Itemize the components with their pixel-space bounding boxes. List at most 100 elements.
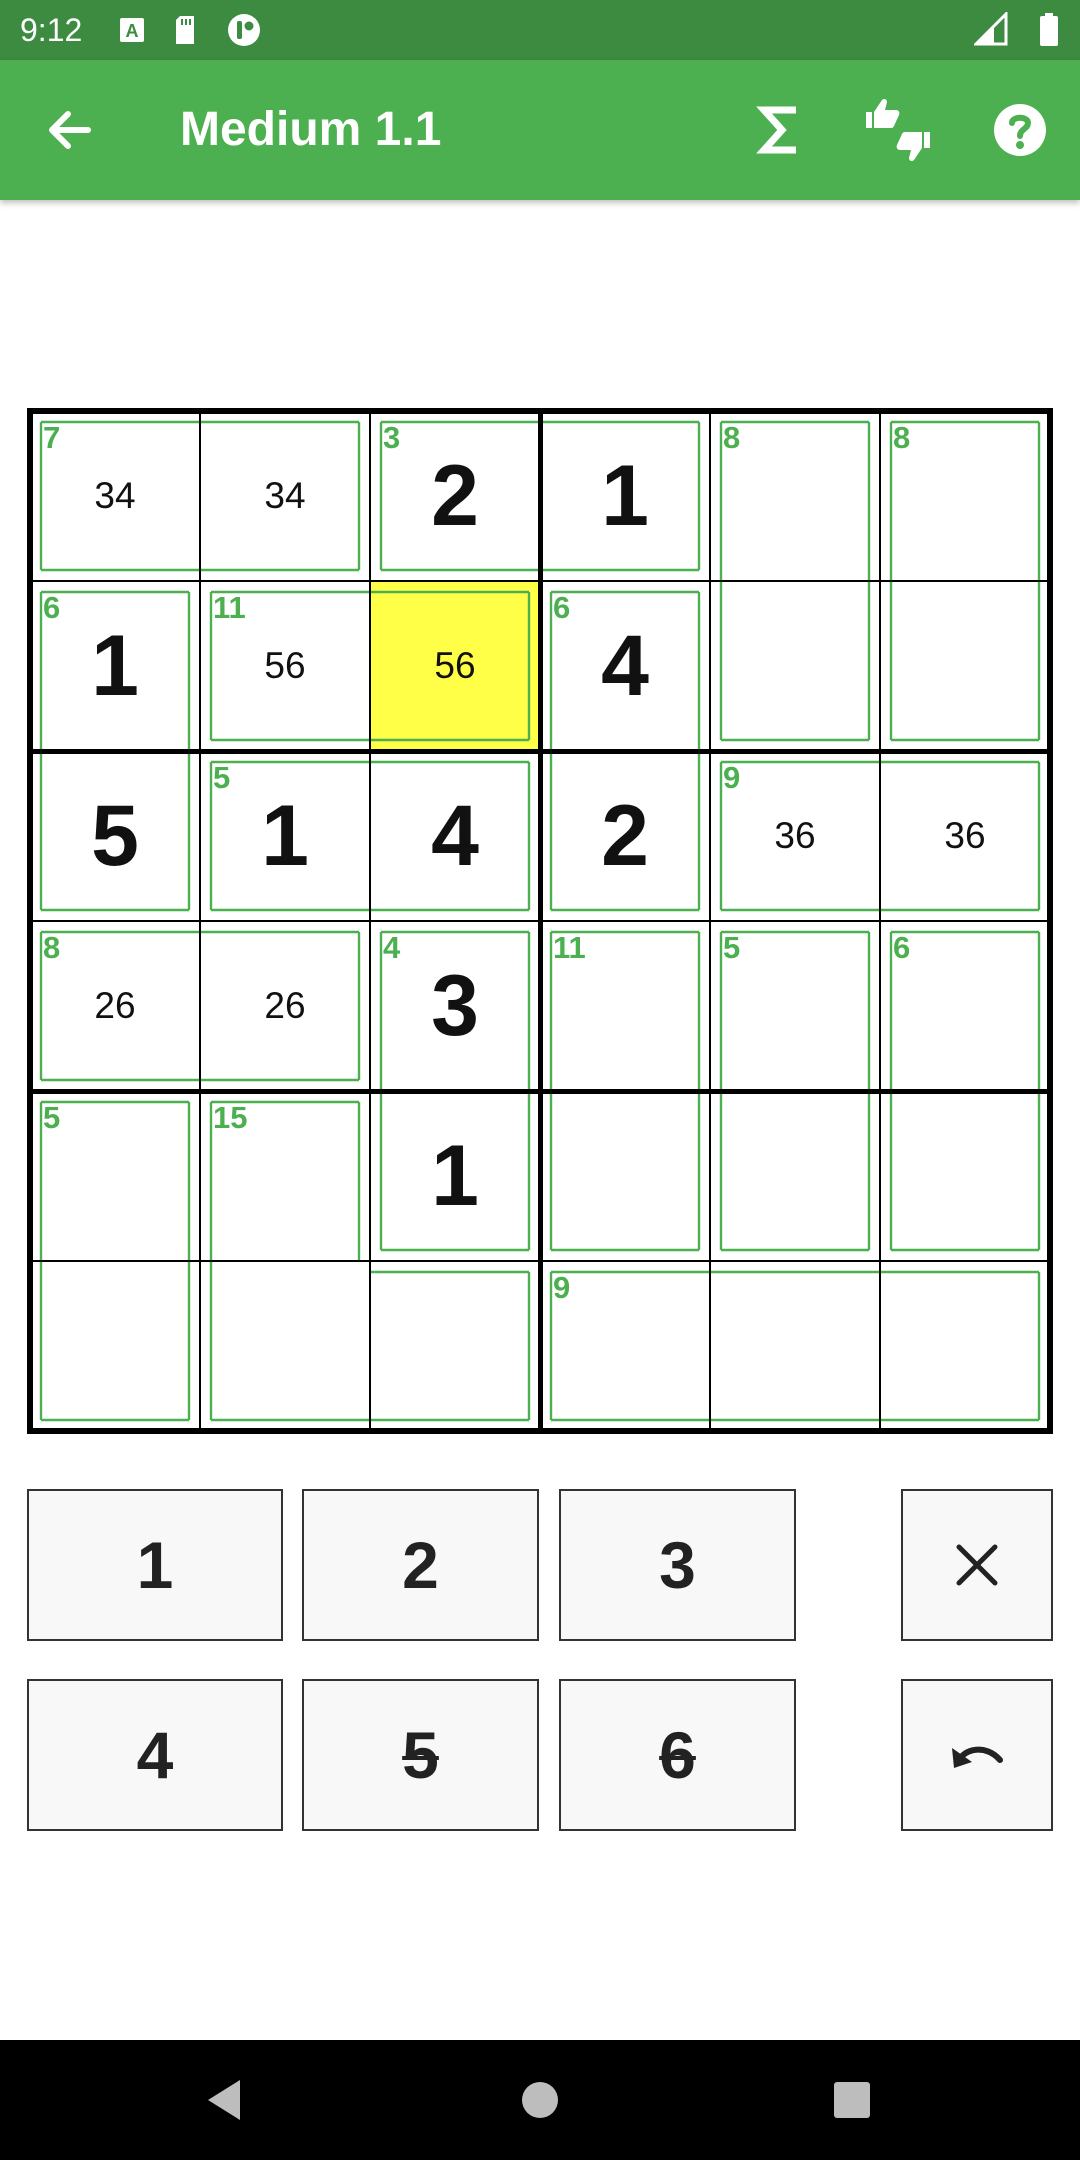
battery-icon xyxy=(1040,13,1058,46)
board-cell[interactable]: 56 xyxy=(370,581,540,751)
digit-button[interactable]: 3 xyxy=(559,1489,796,1641)
undo-button[interactable] xyxy=(901,1679,1053,1831)
sigma-icon[interactable] xyxy=(742,92,818,168)
board-cell[interactable]: 56 11 xyxy=(200,581,370,751)
cell-value: 2 xyxy=(601,787,649,884)
cage-sum: 11 xyxy=(213,590,246,625)
cell-notes: 34 xyxy=(264,475,306,516)
clear-button[interactable] xyxy=(901,1489,1053,1641)
cage-sum: 11 xyxy=(553,930,586,965)
board-cell[interactable] xyxy=(540,1091,710,1261)
board-cell[interactable] xyxy=(880,1261,1050,1431)
board-cell[interactable]: 9 xyxy=(540,1261,710,1431)
cell-value: 4 xyxy=(431,787,479,884)
recents-square-icon[interactable] xyxy=(822,2070,882,2130)
cage-sum: 6 xyxy=(553,590,571,625)
cage-sum: 9 xyxy=(723,760,741,795)
app-bar: Medium 1.1 xyxy=(0,60,1080,200)
digit-button[interactable]: 2 xyxy=(302,1489,539,1641)
page-title: Medium 1.1 xyxy=(180,103,442,156)
cell-notes: 36 xyxy=(944,815,986,856)
board-cell[interactable]: 46 xyxy=(540,581,710,751)
undo-icon xyxy=(952,1746,1003,1768)
board-cell[interactable]: 36 xyxy=(880,751,1050,921)
grid-line-vertical xyxy=(709,408,711,1434)
board-cell[interactable]: 15 xyxy=(200,1091,370,1261)
board-cell[interactable]: 8 xyxy=(710,411,880,581)
cell-value: 5 xyxy=(91,787,139,884)
board-cell[interactable]: 34 xyxy=(200,411,370,581)
home-circle-icon[interactable] xyxy=(510,2070,570,2130)
board-cell[interactable] xyxy=(370,1261,540,1431)
cage-sum: 8 xyxy=(893,420,911,455)
digit-label: 3 xyxy=(659,1528,696,1602)
status-bar: 9:12 A xyxy=(0,0,1080,60)
board-cell[interactable]: 1 xyxy=(540,411,710,581)
grid-line-horizontal xyxy=(27,1088,1053,1094)
board-cell[interactable]: 23 xyxy=(370,411,540,581)
close-icon xyxy=(956,1544,998,1586)
board-cell[interactable] xyxy=(880,581,1050,751)
board-cell[interactable]: 5 xyxy=(30,751,200,921)
grid-line-vertical xyxy=(879,408,881,1434)
a-notification-icon: A xyxy=(120,18,144,42)
cage-sum: 15 xyxy=(213,1100,248,1135)
cage-sum: 4 xyxy=(383,930,401,965)
thumbs-up-down-icon[interactable] xyxy=(860,92,936,168)
digit-label: 4 xyxy=(136,1718,174,1792)
board-cell[interactable] xyxy=(710,581,880,751)
board-cell[interactable]: 2 xyxy=(540,751,710,921)
digit-label: 2 xyxy=(402,1528,439,1602)
status-time: 9:12 xyxy=(20,12,83,48)
board-cell[interactable]: 11 xyxy=(540,921,710,1091)
board-cell[interactable]: 16 xyxy=(30,581,200,751)
board-cell[interactable]: 26 8 xyxy=(30,921,200,1091)
board-cell[interactable]: 34 7 xyxy=(30,411,200,581)
cage-sum: 6 xyxy=(893,930,911,965)
board-cell[interactable] xyxy=(880,1091,1050,1261)
board-cell[interactable]: 15 xyxy=(200,751,370,921)
grid-line-horizontal xyxy=(27,1260,1053,1262)
cage-sum: 5 xyxy=(213,760,231,795)
cage-sum: 3 xyxy=(383,420,401,455)
board-cell[interactable]: 5 xyxy=(710,921,880,1091)
board-cell[interactable] xyxy=(200,1261,370,1431)
grid-line-horizontal xyxy=(27,920,1053,922)
board-cell[interactable] xyxy=(710,1261,880,1431)
cell-notes: 56 xyxy=(434,645,476,686)
board-cell[interactable]: 8 xyxy=(880,411,1050,581)
sd-card-icon xyxy=(176,16,194,44)
cage-sum: 7 xyxy=(43,420,61,455)
back-triangle-icon[interactable] xyxy=(196,2070,256,2130)
board-cell[interactable]: 4 xyxy=(370,751,540,921)
digit-button[interactable]: 5 xyxy=(302,1679,539,1831)
digit-label: 5 xyxy=(402,1718,439,1792)
app-root: 9:12 A Medium 1.1 34 7 34 2 3 1 8 8 1 6 … xyxy=(0,0,1080,2160)
board-cell[interactable] xyxy=(30,1261,200,1431)
board-cell[interactable] xyxy=(710,1091,880,1261)
board-cell[interactable]: 1 xyxy=(370,1091,540,1261)
digit-button[interactable]: 4 xyxy=(27,1679,283,1831)
board-cell[interactable]: 5 xyxy=(30,1091,200,1261)
digit-button[interactable]: 1 xyxy=(27,1489,283,1641)
cell-value: 1 xyxy=(601,447,649,544)
board-cell[interactable]: 6 xyxy=(880,921,1050,1091)
cage-sum: 8 xyxy=(723,420,741,455)
cage-sum: 8 xyxy=(43,930,61,965)
cell-value: 1 xyxy=(431,1127,479,1224)
arrow-back-icon[interactable] xyxy=(32,92,108,168)
app-notification-icon xyxy=(228,14,260,46)
grid-line-vertical xyxy=(1047,408,1053,1434)
help-icon[interactable] xyxy=(982,92,1058,168)
svg-text:A: A xyxy=(126,21,139,41)
cage-sum: 5 xyxy=(43,1100,61,1135)
digit-label: 1 xyxy=(136,1528,174,1602)
cell-notes: 26 xyxy=(264,985,306,1026)
digit-label: 6 xyxy=(659,1718,696,1792)
board-cell[interactable]: 26 xyxy=(200,921,370,1091)
digit-button[interactable]: 6 xyxy=(559,1679,796,1831)
kenken-board: 34 7 34 2 3 1 8 8 1 6 56 11 56 4 6 5 1 5 4 2 36 9 36 26 8 26 3 4 11 5… xyxy=(27,408,1053,1434)
board-cell[interactable]: 36 9 xyxy=(710,751,880,921)
signal-icon xyxy=(974,12,1008,46)
board-cell[interactable]: 34 xyxy=(370,921,540,1091)
